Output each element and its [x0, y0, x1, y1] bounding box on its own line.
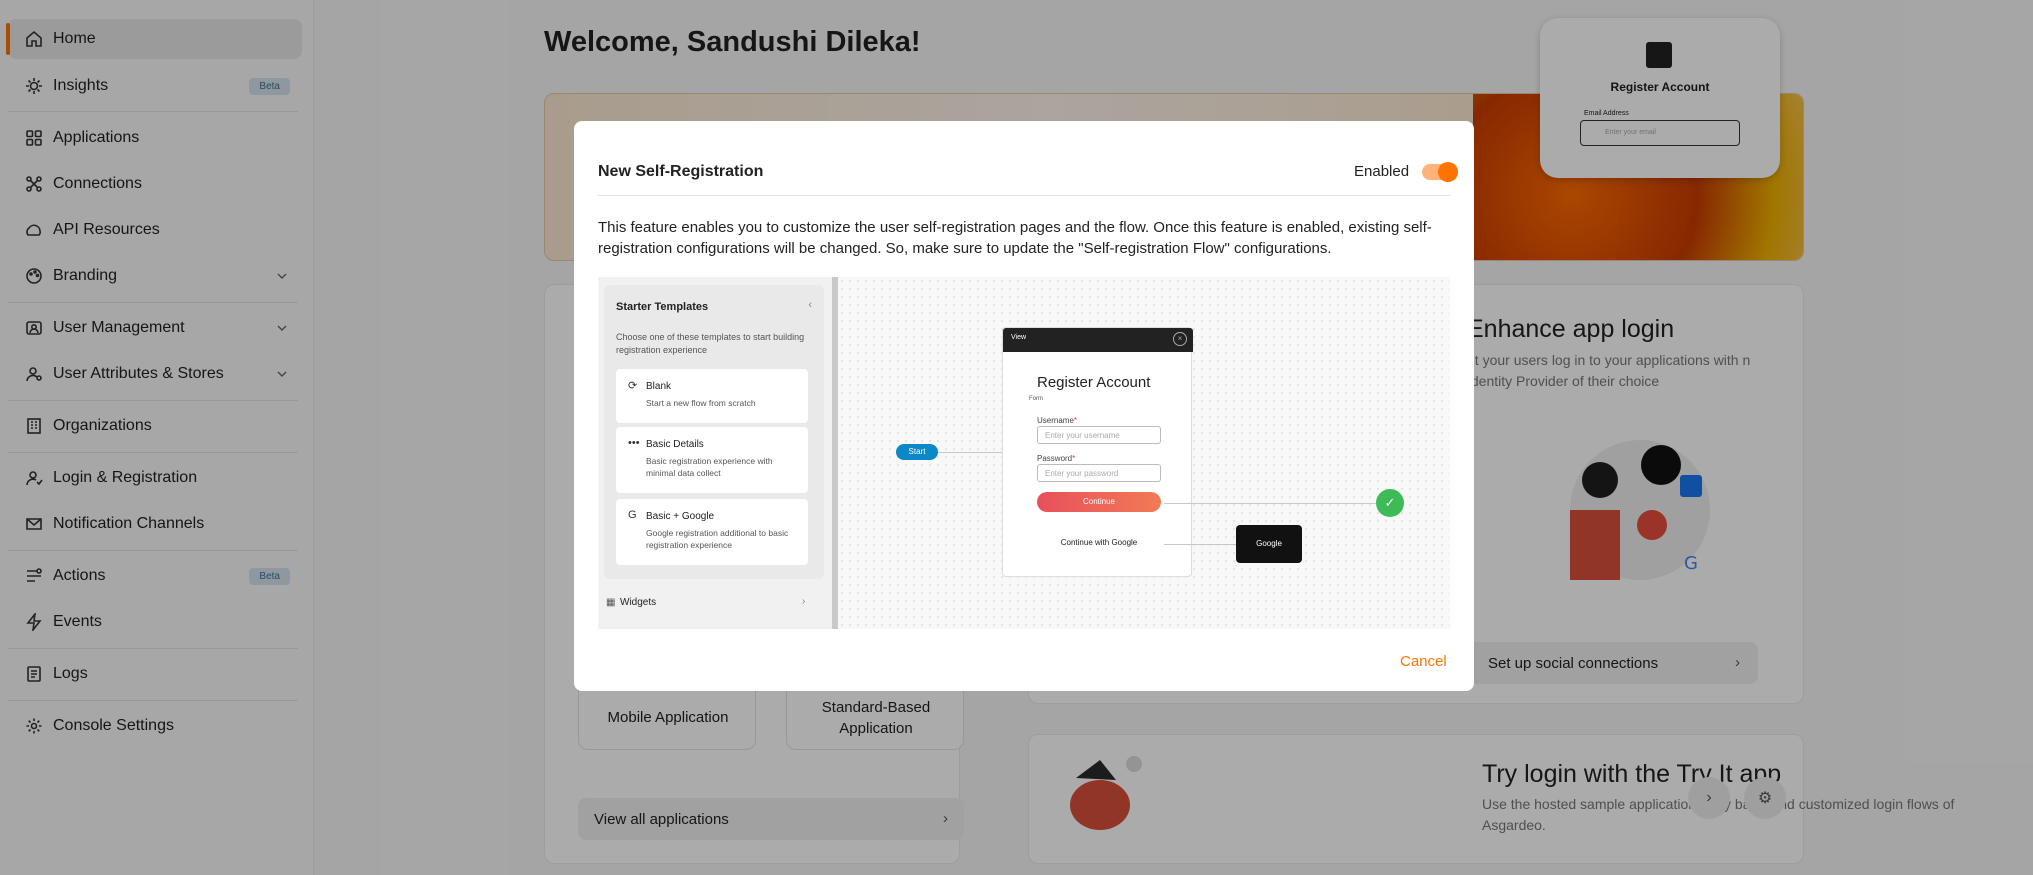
password-label: Password* [1037, 454, 1075, 463]
template-card: ⟳ Blank Start a new flow from scratch [616, 369, 808, 423]
starter-templates-panel: Starter Templates ‹ Choose one of these … [598, 277, 838, 629]
label-text: Username [1037, 416, 1074, 425]
view-header: View × [1003, 328, 1193, 352]
refresh-icon: ⟳ [628, 380, 638, 392]
templates-box: Starter Templates ‹ Choose one of these … [604, 285, 824, 579]
google-icon: G [628, 509, 637, 521]
new-self-registration-dialog: New Self-Registration Enabled This featu… [574, 121, 1474, 691]
template-desc: Start a new flow from scratch [646, 398, 756, 408]
required-mark: * [1073, 416, 1078, 425]
password-preview-input: Enter your password [1037, 464, 1161, 482]
panel-title: Starter Templates [616, 301, 709, 313]
dialog-description: This feature enables you to customize th… [598, 219, 1432, 257]
cancel-button[interactable]: Cancel [1400, 653, 1447, 670]
connector-line [1164, 503, 1376, 504]
username-preview-input: Enter your username [1037, 426, 1161, 444]
success-check-icon: ✓ [1376, 489, 1404, 517]
flow-builder-preview: Starter Templates ‹ Choose one of these … [598, 277, 1450, 629]
continue-with-google-preview: Continue with Google [1060, 538, 1138, 547]
toggle-label: Enabled [1354, 163, 1410, 180]
toggle-knob [1438, 162, 1458, 182]
view-header-label: View [1011, 334, 1027, 341]
template-title: Blank [646, 381, 672, 392]
close-icon: × [1173, 332, 1187, 346]
connector-line [938, 452, 1002, 453]
dots-icon: ••• [628, 437, 640, 449]
label-text: Password [1037, 454, 1073, 463]
start-node: Start [896, 444, 938, 460]
view-node: View × Register Account Form Username* E… [1002, 327, 1193, 577]
template-card: G Basic + Google Google registration add… [616, 499, 808, 565]
widgets-label: Widgets [620, 597, 657, 608]
chevron-right-icon: › [802, 596, 806, 607]
divider [598, 195, 1450, 196]
enabled-toggle[interactable] [1422, 162, 1458, 182]
dialog-title: New Self-Registration [598, 163, 764, 180]
panel-subtitle: Choose one of these templates to start b… [616, 332, 805, 355]
continue-preview-button: Continue [1037, 492, 1161, 512]
google-node: Google [1236, 525, 1302, 563]
view-title: Register Account [1037, 374, 1151, 391]
template-desc: Google registration additional to basic … [646, 528, 789, 550]
chevron-left-icon: ‹ [808, 299, 812, 311]
template-card: ••• Basic Details Basic registration exp… [616, 427, 808, 493]
template-title: Basic Details [646, 439, 704, 450]
username-label: Username* [1037, 416, 1077, 425]
template-title: Basic + Google [646, 511, 715, 522]
template-desc: Basic registration experience with minim… [646, 456, 773, 478]
required-mark: * [1072, 454, 1076, 463]
connector-line [1164, 544, 1236, 545]
widgets-icon: ▦ [606, 597, 616, 608]
form-label: Form [1029, 396, 1043, 402]
